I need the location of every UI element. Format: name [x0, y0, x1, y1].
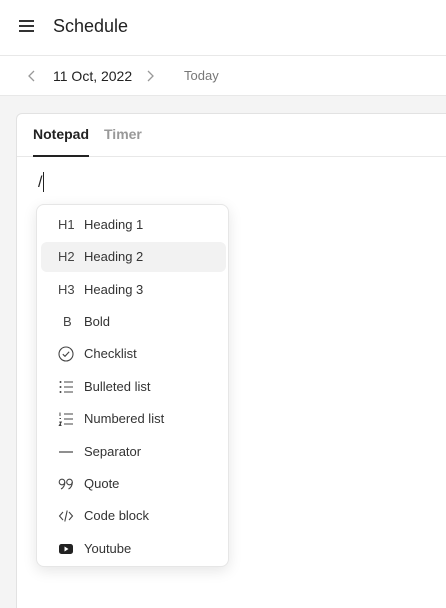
check-circle-icon [58, 346, 78, 362]
menu-item-heading-3[interactable]: H3 Heading 3 [41, 275, 226, 305]
hamburger-icon[interactable] [19, 20, 34, 32]
bulleted-list-icon [58, 379, 78, 395]
bold-icon: B [63, 314, 72, 329]
editor-text[interactable]: / [38, 174, 42, 192]
menu-item-label: Numbered list [84, 411, 165, 426]
menu-item-label: Bold [84, 314, 111, 329]
heading-1-icon: H1 [58, 217, 75, 232]
menu-item-heading-2[interactable]: H2 Heading 2 [41, 242, 226, 272]
menu-item-quote[interactable]: Quote [41, 469, 226, 499]
menu-item-numbered-list[interactable]: Numbered list [41, 404, 226, 434]
menu-item-code-block[interactable]: Code block [41, 501, 226, 531]
page-title: Schedule [53, 16, 129, 36]
tab-bar: Notepad Timer [17, 114, 446, 157]
date-navigation-bar: 11 Oct, 2022 Today [0, 56, 446, 96]
menu-item-separator[interactable]: Separator [41, 437, 226, 467]
tab-notepad[interactable]: Notepad [33, 126, 89, 142]
menu-item-label: Quote [84, 476, 120, 491]
current-date[interactable]: 11 Oct, 2022 [53, 68, 132, 84]
menu-item-label: Checklist [84, 346, 137, 361]
app-header: Schedule [0, 0, 446, 56]
chevron-left-icon[interactable] [25, 69, 39, 83]
quote-icon [58, 476, 78, 492]
menu-item-heading-1[interactable]: H1 Heading 1 [41, 210, 226, 240]
today-button[interactable]: Today [184, 68, 219, 83]
youtube-icon [58, 541, 78, 557]
menu-item-label: Heading 3 [84, 282, 144, 297]
menu-item-label: Code block [84, 508, 150, 523]
tab-timer[interactable]: Timer [104, 126, 142, 142]
menu-item-label: Bulleted list [84, 379, 151, 394]
menu-item-label: Separator [84, 444, 142, 459]
heading-3-icon: H3 [58, 282, 75, 297]
menu-item-bulleted-list[interactable]: Bulleted list [41, 372, 226, 402]
numbered-list-icon [58, 411, 78, 427]
menu-item-youtube[interactable]: Youtube [41, 534, 226, 564]
text-caret [43, 172, 44, 192]
slash-command-menu: H1 Heading 1 H2 Heading 2 H3 Heading 3 B… [36, 204, 229, 567]
menu-item-label: Heading 1 [84, 217, 144, 232]
separator-icon [58, 444, 78, 460]
heading-2-icon: H2 [58, 249, 75, 264]
menu-item-label: Heading 2 [84, 249, 144, 264]
menu-item-label: Youtube [84, 541, 132, 556]
menu-item-checklist[interactable]: Checklist [41, 339, 226, 369]
chevron-right-icon[interactable] [143, 69, 157, 83]
active-tab-indicator [33, 155, 89, 157]
code-icon [58, 508, 78, 524]
menu-item-bold[interactable]: B Bold [41, 307, 226, 337]
